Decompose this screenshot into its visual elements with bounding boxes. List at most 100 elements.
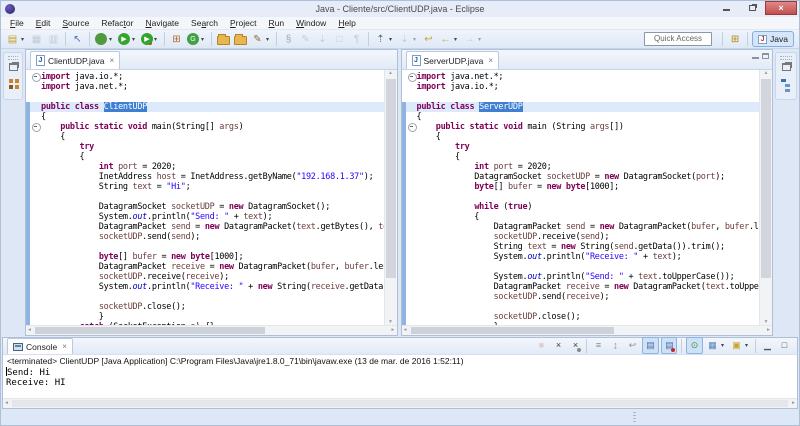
code-line[interactable] [402, 92, 760, 102]
new-wizard-button[interactable]: ▤ ▾ [5, 31, 27, 48]
dropdown-caret-icon[interactable]: ▾ [130, 36, 137, 43]
last-edit-location-button[interactable]: ↩ [421, 31, 436, 48]
editor-lines-server[interactable]: import java.net.*; import java.io.*; publi… [401, 70, 760, 325]
search-button[interactable]: ✎ ▾ [250, 31, 272, 48]
code-line[interactable]: int port = 2020; [26, 162, 384, 172]
restore-view-button[interactable] [779, 63, 793, 76]
code-line[interactable]: while (true) [401, 202, 760, 212]
open-type-button[interactable] [216, 31, 231, 48]
horizontal-scrollbar[interactable] [26, 325, 397, 335]
code-line[interactable]: socketUDP.receive(receive); [26, 272, 384, 282]
code-line[interactable]: { [401, 112, 760, 122]
quick-access-box[interactable]: Quick Access [644, 32, 713, 46]
display-selected-console-button[interactable]: ▦ ▾ [705, 337, 727, 354]
restore-view-button[interactable] [6, 63, 20, 76]
back-button[interactable]: ← ▾ [438, 31, 460, 48]
code-line[interactable]: DatagramSocket socketUDP = new DatagramS… [401, 172, 760, 182]
code-line[interactable]: { [26, 152, 384, 162]
restore-window-button[interactable] [739, 1, 765, 15]
select-tool-button[interactable]: ↖ [70, 31, 85, 48]
scrollbar-thumb[interactable] [410, 327, 615, 334]
menu-navigate[interactable]: Navigate [139, 17, 185, 30]
fold-collapse-icon[interactable] [406, 122, 417, 132]
code-line[interactable] [401, 302, 760, 312]
maximize-view-button[interactable]: □ [777, 337, 792, 354]
key-button[interactable]: § [281, 31, 296, 48]
vertical-scrollbar[interactable] [759, 70, 772, 325]
editor-lines-client[interactable]: import java.io.*; import java.net.*; publi… [26, 70, 384, 325]
code-line[interactable] [26, 192, 384, 202]
menu-source[interactable]: Source [56, 17, 95, 30]
dropdown-caret-icon[interactable]: ▾ [19, 36, 26, 43]
code-line[interactable]: DatagramPacket send = new DatagramPacket… [401, 222, 759, 232]
fold-collapse-icon[interactable] [406, 72, 417, 82]
menu-edit[interactable]: Edit [30, 17, 57, 30]
scrollbar-thumb[interactable] [761, 79, 771, 278]
code-line[interactable]: int port = 2020; [401, 162, 760, 172]
close-tab-icon[interactable]: × [488, 56, 493, 65]
code-line[interactable]: String text = "Hi"; [26, 182, 384, 192]
close-tab-icon[interactable]: × [62, 342, 67, 351]
minimize-view-button[interactable]: ▁ [760, 337, 775, 354]
new-java-project-button[interactable]: ⊞ [169, 31, 184, 48]
horizontal-scrollbar[interactable] [401, 325, 772, 335]
scroll-lock-button[interactable]: ↨ [608, 337, 623, 354]
code-line[interactable]: socketUDP.close(); [401, 312, 760, 322]
code-line[interactable] [401, 262, 760, 272]
close-tab-icon[interactable]: × [110, 56, 115, 65]
menu-project[interactable]: Project [224, 17, 262, 30]
fold-collapse-icon[interactable] [30, 122, 41, 132]
clear-console-button[interactable]: ≡ [591, 337, 606, 354]
scrollbar-thumb[interactable] [385, 79, 396, 278]
code-line[interactable]: import java.net.*; [26, 82, 384, 92]
dropdown-caret-icon[interactable]: ▾ [387, 36, 394, 43]
code-line[interactable]: { [26, 132, 384, 142]
drag-grip[interactable] [780, 56, 792, 60]
menu-run[interactable]: Run [262, 17, 290, 30]
word-wrap-button[interactable]: ↩ [625, 337, 640, 354]
code-line[interactable]: socketUDP.send(receive); [401, 292, 760, 302]
code-line[interactable] [26, 242, 384, 252]
code-line[interactable]: DatagramPacket send = new DatagramPacket… [26, 222, 384, 232]
code-line[interactable]: byte[] bufer = new byte[1000]; [401, 182, 760, 192]
minimize-window-button[interactable] [713, 1, 739, 15]
menu-help[interactable]: Help [332, 17, 361, 30]
code-line[interactable]: { [26, 112, 384, 122]
open-perspective-button[interactable]: ⊞ [727, 34, 743, 45]
code-line[interactable]: { [401, 212, 760, 222]
open-resource-button[interactable] [233, 31, 248, 48]
code-line[interactable]: public static void main(String[] args) [26, 122, 384, 132]
update-badge-button[interactable]: G ▾ [186, 31, 207, 48]
annotation-nav-button[interactable]: ⇡ ▾ [373, 31, 395, 48]
code-line[interactable]: import java.io.*; [26, 72, 384, 82]
code-line[interactable]: System.out.println("Receive: " + text); [401, 252, 760, 262]
code-line[interactable]: socketUDP.send(send); [26, 232, 384, 242]
tab-clientudp[interactable]: J ClientUDP.java × [30, 51, 121, 69]
code-line[interactable]: socketUDP.close(); [26, 302, 384, 312]
outline-view-button[interactable] [779, 79, 793, 92]
open-console-button[interactable]: ▣ ▾ [729, 337, 751, 354]
tab-console[interactable]: Console × [7, 338, 73, 354]
scrollbar-thumb[interactable] [12, 400, 788, 407]
remove-all-launches-button[interactable]: × [568, 337, 582, 354]
code-line[interactable]: String text = new String(send.getData())… [401, 242, 760, 252]
code-line[interactable]: DatagramSocket socketUDP = new DatagramS… [26, 202, 384, 212]
code-line[interactable] [26, 92, 384, 102]
debug-button[interactable]: ▾ [94, 31, 115, 48]
code-line[interactable]: } [26, 312, 384, 322]
run-button[interactable]: ▶ ▾ [117, 31, 138, 48]
dropdown-caret-icon[interactable]: ▾ [199, 36, 206, 43]
code-line[interactable] [401, 192, 760, 202]
status-grip[interactable] [633, 412, 636, 422]
code-line[interactable]: try [401, 142, 760, 152]
code-line[interactable]: DatagramPacket receive = new DatagramPac… [26, 262, 384, 272]
maximize-editor-button[interactable] [762, 53, 769, 59]
code-line[interactable]: System.out.println("Receive: " + new Str… [26, 282, 384, 292]
dropdown-caret-icon[interactable]: ▾ [264, 36, 271, 43]
vertical-scrollbar[interactable] [383, 70, 397, 325]
remove-launch-button[interactable]: × [551, 337, 566, 354]
drag-grip[interactable] [8, 56, 18, 60]
code-line[interactable]: { [401, 152, 760, 162]
fold-collapse-icon[interactable] [30, 72, 41, 82]
code-line[interactable]: try [26, 142, 384, 152]
